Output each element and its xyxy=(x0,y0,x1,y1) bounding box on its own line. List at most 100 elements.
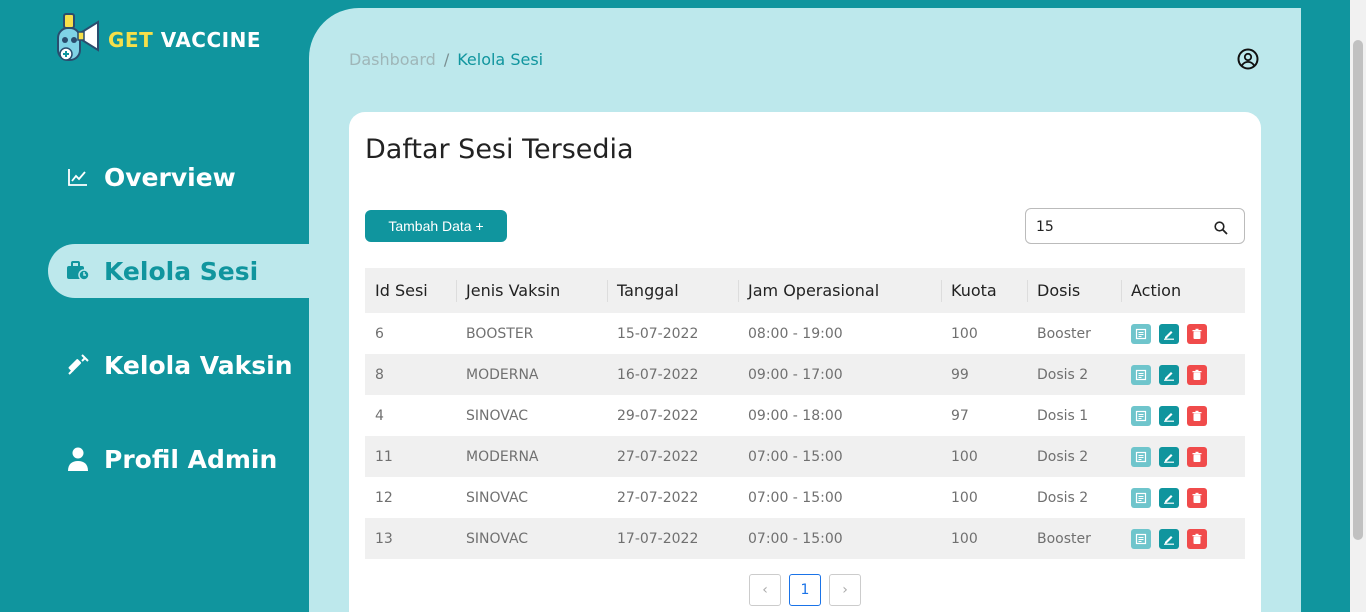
table-cell: 17-07-2022 xyxy=(617,530,699,547)
column-header[interactable]: Dosis xyxy=(1027,268,1121,313)
delete-icon[interactable] xyxy=(1187,405,1207,426)
action-group xyxy=(1131,487,1245,508)
table-cell: 27-07-2022 xyxy=(617,489,699,506)
right-strip xyxy=(1301,0,1350,612)
sidebar-item-kelola-sesi[interactable]: Kelola Sesi xyxy=(48,244,310,298)
edit-icon[interactable] xyxy=(1159,528,1179,549)
table-cell: 15-07-2022 xyxy=(617,325,699,342)
edit-icon[interactable] xyxy=(1159,364,1179,385)
action-cell xyxy=(1121,354,1245,395)
column-header[interactable]: Tanggal xyxy=(607,268,738,313)
column-header[interactable]: Jenis Vaksin xyxy=(456,268,607,313)
table-cell: Dosis 2 xyxy=(1037,489,1089,506)
detail-icon[interactable] xyxy=(1131,528,1151,549)
search-icon[interactable] xyxy=(1214,220,1228,235)
next-page-button[interactable]: › xyxy=(829,574,861,606)
brand-get: GET xyxy=(108,28,154,52)
table-cell: SINOVAC xyxy=(466,407,529,424)
chart-line-icon xyxy=(66,165,90,189)
table-row: 4 SINOVAC 29-07-2022 09:00 - 18:00 97 Dosis 1 xyxy=(365,395,1245,436)
action-cell xyxy=(1121,518,1245,559)
table-cell: 16-07-2022 xyxy=(617,366,699,383)
action-group xyxy=(1131,528,1245,549)
brand-vaccine: VACCINE xyxy=(160,28,261,52)
column-header: Action xyxy=(1121,268,1245,313)
table-cell: 09:00 - 18:00 xyxy=(748,407,843,424)
action-group xyxy=(1131,405,1245,426)
table-row: 8 MODERNA 16-07-2022 09:00 - 17:00 99 Dosis 2 xyxy=(365,354,1245,395)
edit-icon[interactable] xyxy=(1159,446,1179,467)
scrollbar-thumb[interactable] xyxy=(1353,40,1363,540)
sidebar-item-profil-admin[interactable]: Profil Admin xyxy=(48,432,310,486)
table-cell: 08:00 - 19:00 xyxy=(748,325,843,342)
column-header[interactable]: Kuota xyxy=(941,268,1027,313)
sidebar-item-label: Kelola Vaksin xyxy=(104,350,293,380)
breadcrumb-dashboard[interactable]: Dashboard xyxy=(349,50,436,69)
briefcase-clock-icon xyxy=(66,259,90,283)
mascot-icon xyxy=(57,13,99,61)
table-cell: Dosis 1 xyxy=(1037,407,1089,424)
table-cell: 07:00 - 15:00 xyxy=(748,530,843,547)
delete-icon[interactable] xyxy=(1187,323,1207,344)
table-cell: SINOVAC xyxy=(466,489,529,506)
table-cell: 6 xyxy=(375,325,384,342)
search-input[interactable] xyxy=(1036,217,1206,237)
sessions-table: Id Sesi Jenis Vaksin Tanggal Jam Operasi… xyxy=(365,268,1245,559)
detail-icon[interactable] xyxy=(1131,323,1151,344)
scrollbar[interactable] xyxy=(1350,0,1366,612)
detail-icon[interactable] xyxy=(1131,487,1151,508)
table-cell: 100 xyxy=(951,325,978,342)
sidebar-item-overview[interactable]: Overview xyxy=(48,150,310,204)
breadcrumb: Dashboard / Kelola Sesi xyxy=(349,50,543,69)
detail-icon[interactable] xyxy=(1131,405,1151,426)
action-group xyxy=(1131,364,1245,385)
table-row: 11 MODERNA 27-07-2022 07:00 - 15:00 100 Dosis… xyxy=(365,436,1245,477)
prev-page-button[interactable]: ‹ xyxy=(749,574,781,606)
add-data-button[interactable]: Tambah Data + xyxy=(365,210,507,242)
main-panel: Dashboard / Kelola Sesi Daftar Sesi Tersed… xyxy=(309,8,1301,612)
detail-icon[interactable] xyxy=(1131,446,1151,467)
sidebar-item-label: Kelola Sesi xyxy=(104,256,259,286)
brand-wordmark: GET VACCINE xyxy=(108,28,261,52)
table-cell: 4 xyxy=(375,407,384,424)
detail-icon[interactable] xyxy=(1131,364,1151,385)
sidebar-item-kelola-vaksin[interactable]: Kelola Vaksin xyxy=(48,338,310,392)
table-cell: 8 xyxy=(375,366,384,383)
top-strip xyxy=(0,0,1350,8)
table-cell: BOOSTER xyxy=(466,325,534,342)
table-cell: 100 xyxy=(951,448,978,465)
action-cell xyxy=(1121,395,1245,436)
table-cell: Dosis 2 xyxy=(1037,448,1089,465)
delete-icon[interactable] xyxy=(1187,528,1207,549)
sessions-card: Daftar Sesi Tersedia Tambah Data + Id Se… xyxy=(349,112,1261,612)
table-cell: MODERNA xyxy=(466,448,539,465)
delete-icon[interactable] xyxy=(1187,487,1207,508)
page-1-button[interactable]: 1 xyxy=(789,574,821,606)
brand-logo[interactable]: GET VACCINE xyxy=(52,10,260,68)
action-group xyxy=(1131,323,1245,344)
column-header[interactable]: Jam Operasional xyxy=(738,268,941,313)
table-cell: 29-07-2022 xyxy=(617,407,699,424)
edit-icon[interactable] xyxy=(1159,323,1179,344)
delete-icon[interactable] xyxy=(1187,364,1207,385)
table-cell: 11 xyxy=(375,448,393,465)
edit-icon[interactable] xyxy=(1159,487,1179,508)
table-cell: Booster xyxy=(1037,325,1091,342)
column-header[interactable]: Id Sesi xyxy=(365,268,456,313)
syringe-icon xyxy=(66,353,90,377)
search-box xyxy=(1025,208,1245,244)
table-cell: 13 xyxy=(375,530,393,547)
sidebar-item-label: Overview xyxy=(104,162,236,192)
table-cell: SINOVAC xyxy=(466,530,529,547)
edit-icon[interactable] xyxy=(1159,405,1179,426)
table-cell: 100 xyxy=(951,489,978,506)
table-cell: 07:00 - 15:00 xyxy=(748,489,843,506)
table-row: 13 SINOVAC 17-07-2022 07:00 - 15:00 100 Boost… xyxy=(365,518,1245,559)
user-icon xyxy=(66,447,90,471)
table-cell: Booster xyxy=(1037,530,1091,547)
delete-icon[interactable] xyxy=(1187,446,1207,467)
table-cell: Dosis 2 xyxy=(1037,366,1089,383)
table-cell: 07:00 - 15:00 xyxy=(748,448,843,465)
table-cell: 09:00 - 17:00 xyxy=(748,366,843,383)
user-circle-icon[interactable] xyxy=(1237,48,1261,72)
